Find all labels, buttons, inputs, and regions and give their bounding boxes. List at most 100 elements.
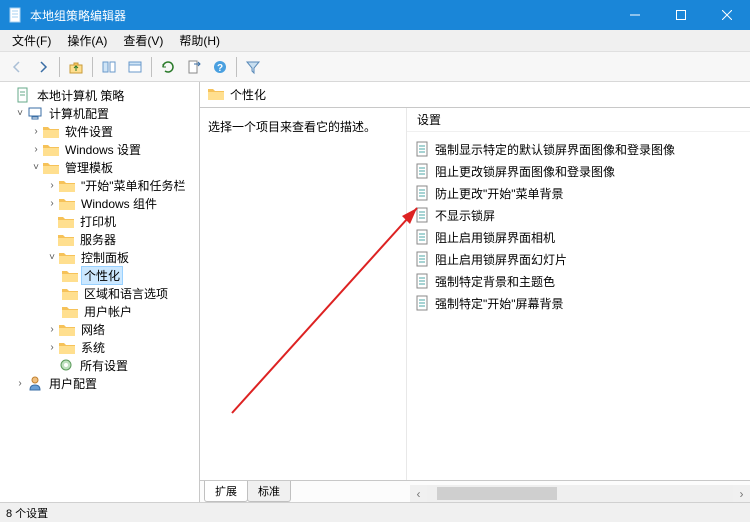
tree-admin-templates[interactable]: ˅ 管理模板 bbox=[2, 158, 197, 176]
content-heading-bar: 个性化 bbox=[200, 82, 750, 108]
menu-action[interactable]: 操作(A) bbox=[59, 30, 115, 51]
policy-item[interactable]: 强制显示特定的默认锁屏界面图像和登录图像 bbox=[411, 138, 746, 160]
settings-list-pane: 设置 强制显示特定的默认锁屏界面图像和登录图像阻止更改锁屏界面图像和登录图像防止… bbox=[406, 108, 750, 480]
tree-root[interactable]: 本地计算机 策略 bbox=[2, 86, 197, 104]
tree-network[interactable]: ›网络 bbox=[2, 320, 197, 338]
folder-icon bbox=[59, 249, 75, 265]
twisty-collapsed-icon[interactable]: › bbox=[30, 125, 42, 137]
tree-control-panel[interactable]: ˅控制面板 bbox=[2, 248, 197, 266]
twisty-collapsed-icon[interactable]: › bbox=[46, 197, 58, 209]
scroll-left-button[interactable]: ‹ bbox=[410, 485, 427, 502]
policy-item-label: 强制显示特定的默认锁屏界面图像和登录图像 bbox=[435, 141, 675, 158]
settings-icon bbox=[58, 357, 74, 373]
policy-item-label: 不显示锁屏 bbox=[435, 207, 495, 224]
minimize-button[interactable] bbox=[612, 0, 658, 30]
twisty-collapsed-icon[interactable]: › bbox=[30, 143, 42, 155]
twisty-expanded-icon[interactable]: ˅ bbox=[30, 161, 42, 173]
twisty-collapsed-icon[interactable]: › bbox=[46, 179, 58, 191]
policy-item[interactable]: 不显示锁屏 bbox=[411, 204, 746, 226]
tab-extended[interactable]: 扩展 bbox=[204, 481, 248, 502]
maximize-button[interactable] bbox=[658, 0, 704, 30]
settings-list[interactable]: 强制显示特定的默认锁屏界面图像和登录图像阻止更改锁屏界面图像和登录图像防止更改"… bbox=[407, 132, 750, 480]
tree-software-settings[interactable]: › 软件设置 bbox=[2, 122, 197, 140]
policy-item[interactable]: 强制特定背景和主题色 bbox=[411, 270, 746, 292]
toolbar-separator bbox=[59, 57, 60, 77]
tree-label: Windows 组件 bbox=[78, 194, 160, 213]
description-pane: 选择一个项目来查看它的描述。 bbox=[200, 108, 406, 480]
show-hide-tree-button[interactable] bbox=[97, 55, 121, 79]
tree-region-language[interactable]: 区域和语言选项 bbox=[2, 284, 197, 302]
scrollbar-track[interactable] bbox=[427, 485, 733, 502]
tree-printers[interactable]: 打印机 bbox=[2, 212, 197, 230]
tree-server[interactable]: 服务器 bbox=[2, 230, 197, 248]
policy-setting-icon bbox=[415, 207, 431, 223]
tree-all-settings[interactable]: 所有设置 bbox=[2, 356, 197, 374]
tab-standard[interactable]: 标准 bbox=[247, 481, 291, 502]
export-list-button[interactable] bbox=[182, 55, 206, 79]
twisty-expanded-icon[interactable]: ˅ bbox=[46, 251, 58, 263]
app-icon bbox=[8, 7, 24, 23]
scroll-right-button[interactable]: › bbox=[733, 485, 750, 502]
folder-icon bbox=[62, 285, 78, 301]
status-bar: 8 个设置 bbox=[0, 502, 750, 522]
folder-icon bbox=[62, 267, 78, 283]
policy-item[interactable]: 阻止启用锁屏界面相机 bbox=[411, 226, 746, 248]
tree-start-menu-taskbar[interactable]: ›"开始"菜单和任务栏 bbox=[2, 176, 197, 194]
description-text: 选择一个项目来查看它的描述。 bbox=[208, 120, 376, 134]
column-header-setting[interactable]: 设置 bbox=[407, 108, 750, 132]
properties-button[interactable] bbox=[123, 55, 147, 79]
toolbar: ? bbox=[0, 52, 750, 82]
policy-item-label: 阻止更改锁屏界面图像和登录图像 bbox=[435, 163, 615, 180]
menu-help[interactable]: 帮助(H) bbox=[171, 30, 228, 51]
policy-tree[interactable]: 本地计算机 策略 ˅计算机配置 ›软件设置 ›Windows 设置 ˅管理模板 … bbox=[2, 86, 197, 392]
refresh-button[interactable] bbox=[156, 55, 180, 79]
tree-windows-components[interactable]: › Windows 组件 bbox=[2, 194, 197, 212]
user-icon bbox=[27, 375, 43, 391]
up-level-button[interactable] bbox=[64, 55, 88, 79]
window-title: 本地组策略编辑器 bbox=[30, 7, 612, 24]
tree-label: 管理模板 bbox=[62, 158, 116, 177]
policy-item[interactable]: 强制特定"开始"屏幕背景 bbox=[411, 292, 746, 314]
close-button[interactable] bbox=[704, 0, 750, 30]
tree-windows-settings[interactable]: › Windows 设置 bbox=[2, 140, 197, 158]
filter-button[interactable] bbox=[241, 55, 265, 79]
tree-label: 个性化 bbox=[81, 266, 123, 285]
document-icon bbox=[15, 87, 31, 103]
tree-system[interactable]: ›系统 bbox=[2, 338, 197, 356]
content-body: 选择一个项目来查看它的描述。 设置 强制显示特定的默认锁屏界面图像和登录图像阻止… bbox=[200, 108, 750, 480]
tree-personalization[interactable]: 个性化 bbox=[2, 266, 197, 284]
help-button[interactable]: ? bbox=[208, 55, 232, 79]
tree-label: 软件设置 bbox=[62, 122, 116, 141]
menu-file[interactable]: 文件(F) bbox=[4, 30, 59, 51]
policy-setting-icon bbox=[415, 163, 431, 179]
twisty-collapsed-icon[interactable]: › bbox=[46, 323, 58, 335]
policy-item[interactable]: 阻止启用锁屏界面幻灯片 bbox=[411, 248, 746, 270]
content-pane: 个性化 选择一个项目来查看它的描述。 设置 强制显示特定的默认锁屏界面图像和登录… bbox=[200, 82, 750, 502]
scrollbar-thumb[interactable] bbox=[437, 487, 557, 500]
twisty-icon[interactable] bbox=[2, 89, 14, 101]
folder-icon bbox=[59, 177, 75, 193]
tree-computer-config[interactable]: ˅计算机配置 bbox=[2, 104, 197, 122]
policy-setting-icon bbox=[415, 229, 431, 245]
tree-label: Windows 设置 bbox=[62, 140, 144, 159]
policy-setting-icon bbox=[415, 273, 431, 289]
policy-item[interactable]: 防止更改"开始"菜单背景 bbox=[411, 182, 746, 204]
tree-label: 本地计算机 策略 bbox=[34, 86, 127, 105]
policy-setting-icon bbox=[415, 295, 431, 311]
horizontal-scrollbar[interactable]: ‹ › bbox=[410, 485, 750, 502]
policy-item[interactable]: 阻止更改锁屏界面图像和登录图像 bbox=[411, 160, 746, 182]
tree-user-accounts[interactable]: 用户帐户 bbox=[2, 302, 197, 320]
menu-view[interactable]: 查看(V) bbox=[115, 30, 171, 51]
menu-bar: 文件(F) 操作(A) 查看(V) 帮助(H) bbox=[0, 30, 750, 52]
nav-back-button[interactable] bbox=[5, 55, 29, 79]
tree-label: 用户配置 bbox=[46, 374, 100, 393]
twisty-collapsed-icon[interactable]: › bbox=[46, 341, 58, 353]
tree-user-config[interactable]: › 用户配置 bbox=[2, 374, 197, 392]
folder-icon bbox=[58, 231, 74, 247]
tree-pane[interactable]: 本地计算机 策略 ˅计算机配置 ›软件设置 ›Windows 设置 ˅管理模板 … bbox=[0, 82, 200, 502]
nav-forward-button[interactable] bbox=[31, 55, 55, 79]
twisty-collapsed-icon[interactable]: › bbox=[14, 377, 26, 389]
computer-icon bbox=[27, 105, 43, 121]
folder-icon bbox=[58, 213, 74, 229]
twisty-expanded-icon[interactable]: ˅ bbox=[14, 107, 26, 119]
